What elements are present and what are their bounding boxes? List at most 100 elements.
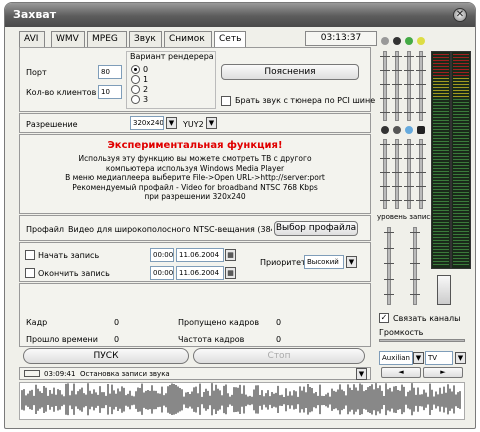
target-select[interactable]: TV [425, 351, 453, 365]
record-level-right-slider[interactable] [410, 227, 420, 305]
slider-5[interactable] [380, 139, 390, 209]
start-record-label: Начать запись [38, 251, 100, 260]
tuner-sound-checkbox[interactable] [221, 96, 231, 106]
chevron-down-icon[interactable]: ▼ [413, 352, 424, 364]
vu-segment [453, 246, 469, 247]
vu-segment [433, 258, 449, 259]
vu-segment [433, 171, 449, 172]
vu-segment [433, 168, 449, 169]
experimental-panel: Экспериментальная функция! Используя эту… [19, 134, 371, 214]
select-profile-button[interactable]: Выбор профайла [274, 221, 358, 236]
vu-segment [453, 108, 469, 109]
dropped-label: Пропущено кадров [178, 318, 260, 327]
slider-8[interactable] [416, 139, 426, 209]
vu-segment [453, 225, 469, 226]
vu-segment [453, 129, 469, 130]
vu-segment [433, 129, 449, 130]
volume-knob[interactable] [437, 275, 451, 305]
tab-network[interactable]: Сеть [214, 31, 246, 48]
slider-tick [384, 247, 394, 249]
vu-segment [453, 93, 469, 94]
start-date-input[interactable]: 11.06.2004 [176, 248, 224, 262]
arrow-left-button[interactable]: ◄ [381, 367, 421, 378]
vu-segment [453, 210, 469, 211]
vu-segment [453, 240, 469, 241]
vu-segment [453, 87, 469, 88]
clients-input[interactable]: 10 [98, 85, 122, 99]
vu-segment [453, 261, 469, 262]
close-icon[interactable]: ✕ [453, 8, 467, 22]
contrast-icon [393, 37, 401, 45]
record-level-left-slider[interactable] [384, 227, 394, 305]
link-channels-checkbox[interactable]: ✓ [379, 313, 389, 323]
port-input[interactable]: 80 [98, 65, 122, 79]
chevron-down-icon[interactable]: ▼ [206, 117, 217, 129]
slider-7[interactable] [404, 139, 414, 209]
slider-tick [380, 98, 390, 99]
tab-snapshot[interactable]: Снимок [164, 31, 212, 47]
vu-segment [453, 75, 469, 76]
source-select[interactable]: Auxilian [379, 351, 413, 365]
record-level-label: уровень записи [377, 213, 435, 221]
slider-tick [380, 70, 390, 71]
start-record-checkbox[interactable] [25, 250, 35, 260]
calendar-icon[interactable]: ▦ [225, 267, 236, 279]
vu-segment [453, 144, 469, 145]
calendar-icon[interactable]: ▦ [225, 249, 236, 261]
end-record-checkbox[interactable] [25, 268, 35, 278]
start-time-input[interactable]: 00:00 [150, 248, 174, 262]
chevron-down-icon[interactable]: ▼ [356, 368, 367, 380]
resolution-select[interactable]: 320x240 [130, 116, 164, 130]
renderer-radio-3[interactable] [131, 95, 140, 104]
vu-segment [433, 120, 449, 121]
start-button[interactable]: ПУСК [23, 348, 189, 364]
volume-slider[interactable] [379, 339, 465, 342]
chevron-down-icon[interactable]: ▼ [455, 352, 466, 364]
vu-segment [433, 153, 449, 154]
stop-button[interactable]: Стоп [193, 348, 365, 364]
vu-segment [453, 117, 469, 118]
vu-segment [433, 144, 449, 145]
explain-button[interactable]: Пояснения [221, 64, 359, 80]
vu-segment [433, 249, 449, 250]
chevron-down-icon[interactable]: ▼ [166, 117, 177, 129]
tab-sound[interactable]: Звук [129, 31, 162, 47]
vu-segment [453, 174, 469, 175]
experimental-line: В меню медиаплеера выберите File->Open U… [65, 173, 325, 182]
color-icon [393, 126, 401, 134]
slider-tick [404, 158, 414, 159]
contrast-slider[interactable] [392, 51, 402, 121]
vu-segment [433, 63, 449, 64]
vu-segment [433, 237, 449, 238]
vu-segment [433, 117, 449, 118]
vu-segment [433, 222, 449, 223]
status-time: 03:09:41 [44, 370, 76, 378]
slider-tick [392, 200, 402, 201]
arrow-right-button[interactable]: ► [423, 367, 463, 378]
tab-mpeg[interactable]: MPEG [87, 31, 127, 47]
status-indicator [24, 370, 40, 377]
brightness-slider[interactable] [380, 51, 390, 121]
hue-slider[interactable] [416, 51, 426, 121]
tab-wmv[interactable]: WMV [51, 31, 85, 47]
renderer-radio-1[interactable] [131, 75, 140, 84]
end-time-input[interactable]: 00:00 [150, 266, 174, 280]
renderer-radio-2[interactable] [131, 85, 140, 94]
renderer-radio-0[interactable] [131, 65, 140, 74]
format-select[interactable]: YUY2 [183, 120, 204, 129]
chevron-down-icon[interactable]: ▼ [346, 256, 357, 268]
vu-segment [433, 93, 449, 94]
slider-6[interactable] [392, 139, 402, 209]
vu-segment [453, 66, 469, 67]
vu-segment [433, 201, 449, 202]
vu-segment [453, 207, 469, 208]
end-date-input[interactable]: 11.06.2004 [176, 266, 224, 280]
saturation-slider[interactable] [404, 51, 414, 121]
vu-segment [453, 147, 469, 148]
vu-segment [433, 264, 449, 265]
vu-segment [453, 54, 469, 55]
priority-select[interactable]: Высокий [304, 255, 344, 269]
tab-avi[interactable]: AVI [19, 31, 45, 47]
vu-segment [453, 60, 469, 61]
vu-segment [453, 63, 469, 64]
